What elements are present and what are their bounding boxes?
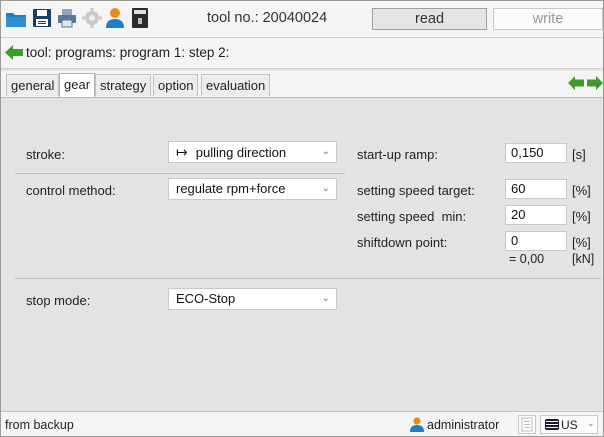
save-icon[interactable]	[31, 6, 53, 30]
setting-speed-target-unit: [%]	[572, 183, 591, 198]
tool-number: tool no.: 20040024	[207, 10, 328, 26]
control-method-value: regulate rpm+force	[176, 181, 286, 196]
settings-gear-icon[interactable]	[81, 6, 103, 30]
startup-ramp-label: start-up ramp:	[357, 147, 438, 162]
gear-panel: stroke: ↦ pulling direction ⌄ start-up ra…	[1, 98, 603, 411]
tab-bar: general gear strategy option evaluation	[1, 71, 603, 98]
status-text: from backup	[5, 418, 74, 432]
status-bar: from backup administrator US ⌄	[1, 411, 603, 436]
pull-direction-arrow-icon: ↦	[176, 144, 188, 160]
chevron-down-icon: ⌄	[321, 146, 330, 157]
setting-speed-target-label: setting speed target:	[357, 183, 475, 198]
shiftdown-point-unit: [%]	[572, 235, 591, 250]
stroke-label: stroke:	[26, 147, 66, 162]
breadcrumb: tool: programs: program 1: step 2:	[1, 38, 603, 69]
print-icon[interactable]	[56, 6, 78, 30]
setting-speed-min-input[interactable]: 20	[505, 205, 567, 225]
user-name: administrator	[427, 418, 500, 432]
breadcrumb-path: tool: programs: program 1: step 2:	[26, 45, 230, 60]
tab-general[interactable]: general	[6, 74, 60, 96]
setting-speed-target-input[interactable]: 60	[505, 179, 567, 199]
chevron-down-icon: ⌄	[321, 183, 330, 194]
startup-ramp-unit: [s]	[572, 147, 586, 162]
read-button[interactable]: read	[372, 8, 487, 30]
language-value: US	[561, 418, 578, 432]
divider	[15, 173, 345, 174]
user-icon	[410, 417, 424, 432]
stop-mode-select[interactable]: ECO-Stop ⌄	[168, 288, 337, 310]
tab-strategy[interactable]: strategy	[95, 74, 152, 96]
tab-gear[interactable]: gear	[59, 73, 96, 97]
chevron-down-icon: ⌄	[321, 293, 330, 304]
tab-evaluation[interactable]: evaluation	[201, 74, 271, 96]
document-icon	[521, 417, 533, 432]
app-window: tool no.: 20040024 read write tool: prog…	[0, 0, 604, 437]
divider	[15, 278, 601, 279]
setting-speed-min-unit: [%]	[572, 209, 591, 224]
us-flag-icon	[545, 419, 559, 430]
toolbar: tool no.: 20040024 read write	[1, 1, 603, 38]
notes-button[interactable]	[518, 415, 536, 434]
control-method-select[interactable]: regulate rpm+force ⌄	[168, 178, 337, 200]
previous-arrow-icon[interactable]	[567, 75, 585, 91]
tab-option[interactable]: option	[153, 74, 199, 96]
stop-mode-label: stop mode:	[26, 293, 91, 308]
write-button[interactable]: write	[493, 8, 603, 30]
shiftdown-point-label: shiftdown point:	[357, 235, 448, 250]
chevron-down-icon: ⌄	[587, 418, 595, 428]
shiftdown-point-input[interactable]: 0	[505, 231, 567, 251]
stroke-value: pulling direction	[195, 145, 287, 160]
control-method-label: control method:	[26, 183, 116, 198]
setting-speed-min-label: setting speed min:	[357, 209, 467, 224]
stroke-select[interactable]: ↦ pulling direction ⌄	[168, 141, 337, 163]
shiftdown-force-value: = 0,00	[509, 252, 545, 266]
language-select[interactable]: US ⌄	[540, 415, 598, 434]
open-folder-icon[interactable]	[5, 6, 27, 30]
stop-mode-value: ECO-Stop	[176, 291, 236, 306]
user-icon[interactable]	[104, 6, 126, 30]
next-arrow-icon[interactable]	[586, 75, 604, 91]
startup-ramp-input[interactable]: 0,150	[505, 143, 567, 163]
device-icon[interactable]	[129, 6, 151, 30]
back-arrow-icon[interactable]	[4, 44, 24, 61]
shiftdown-force-unit: [kN]	[572, 252, 595, 266]
